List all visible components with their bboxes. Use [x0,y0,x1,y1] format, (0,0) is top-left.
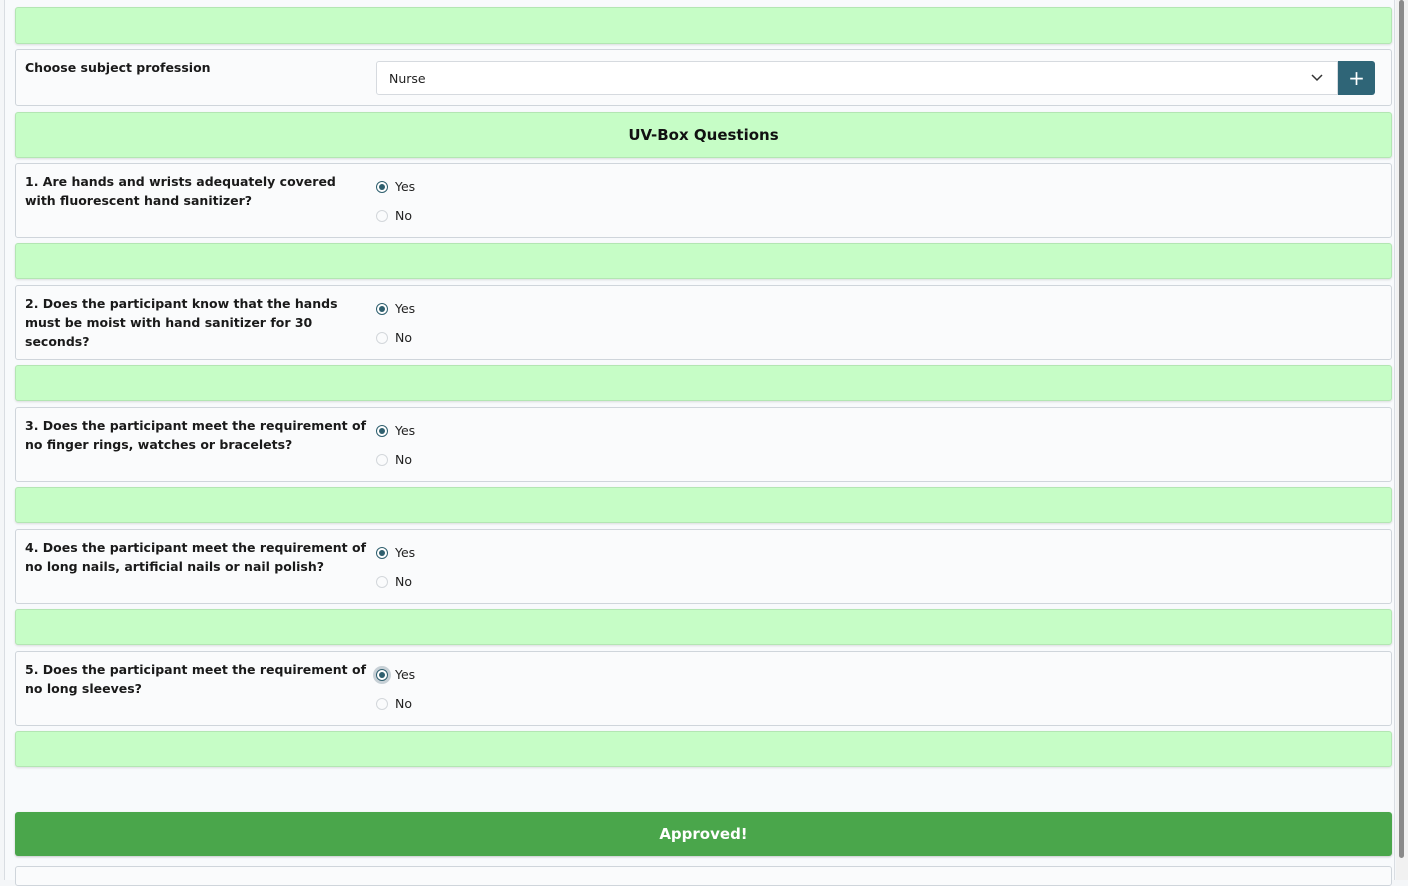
approve-button[interactable]: Approved! [15,812,1392,856]
radio-label: No [395,208,412,223]
radio-button[interactable] [376,331,388,344]
radio-button[interactable] [376,453,388,466]
radio-button[interactable] [376,209,388,222]
spacer-bar [15,243,1392,279]
spacer-bar [15,731,1392,767]
add-profession-button[interactable]: + [1338,61,1375,95]
question-text: 1. Are hands and wrists adequately cover… [25,174,336,208]
question-card-4: 4. Does the participant meet the require… [15,529,1392,604]
next-card [15,866,1392,886]
radio-no[interactable]: No [376,330,412,345]
radio-no[interactable]: No [376,574,412,589]
radio-button[interactable] [376,546,388,559]
radio-no[interactable]: No [376,696,412,711]
profession-selected-value: Nurse [389,70,426,86]
radio-label: Yes [395,179,416,194]
spacer-bar [15,609,1392,645]
radio-button[interactable] [376,697,388,710]
profession-card: Choose subject profession Nurse + [15,49,1392,106]
radio-label: No [395,452,412,467]
radio-label: Yes [395,667,416,682]
radio-yes[interactable]: Yes [376,667,415,682]
chevron-down-icon [1311,74,1323,82]
question-text: 4. Does the participant meet the require… [25,540,367,574]
radio-no[interactable]: No [376,208,412,223]
radio-label: Yes [395,423,416,438]
spacer-bar [15,487,1392,523]
radio-no[interactable]: No [376,452,412,467]
radio-button[interactable] [376,575,388,588]
form-page: Choose subject profession Nurse + UV-Box… [4,0,1395,886]
question-card-3: 3. Does the participant meet the require… [15,407,1392,482]
radio-button[interactable] [376,424,388,437]
question-card-1: 1. Are hands and wrists adequately cover… [15,163,1392,238]
question-text: 2. Does the participant know that the ha… [25,296,338,349]
radio-yes[interactable]: Yes [376,301,415,316]
radio-label: Yes [395,545,416,560]
radio-button[interactable] [376,668,388,681]
spacer-bar [15,365,1392,401]
plus-icon: + [1348,66,1365,90]
radio-yes[interactable]: Yes [376,179,415,194]
section-header: UV-Box Questions [15,112,1392,158]
radio-yes[interactable]: Yes [376,545,415,560]
profession-select[interactable]: Nurse [376,61,1338,95]
radio-label: No [395,696,412,711]
spacer-bar [15,7,1392,44]
scrollbar[interactable] [1396,0,1408,880]
section-title: UV-Box Questions [628,126,779,144]
radio-label: Yes [395,301,416,316]
question-card-2: 2. Does the participant know that the ha… [15,285,1392,360]
radio-label: No [395,330,412,345]
question-text: 5. Does the participant meet the require… [25,662,367,696]
approve-label: Approved! [659,825,748,843]
radio-label: No [395,574,412,589]
scrollbar-thumb[interactable] [1399,0,1404,858]
radio-button[interactable] [376,302,388,315]
question-card-5: 5. Does the participant meet the require… [15,651,1392,726]
radio-yes[interactable]: Yes [376,423,415,438]
question-text: 3. Does the participant meet the require… [25,418,367,452]
radio-button[interactable] [376,180,388,193]
profession-label: Choose subject profession [25,60,211,75]
